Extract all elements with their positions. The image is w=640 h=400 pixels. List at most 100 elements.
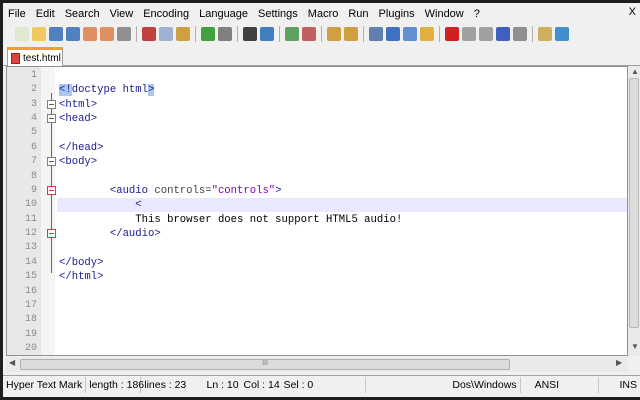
zoom-out-icon[interactable] — [302, 27, 316, 41]
menu-language[interactable]: Language — [194, 8, 253, 20]
indent-guide-icon[interactable] — [403, 27, 417, 41]
run-macro-multiple-icon[interactable] — [496, 27, 510, 41]
code-line[interactable]: <audio controls="controls"> — [59, 184, 282, 198]
code-token: controls= — [154, 184, 212, 197]
scroll-up-icon[interactable]: ▲ — [631, 67, 639, 76]
code-line[interactable]: <body> — [59, 155, 97, 169]
paste-icon[interactable] — [176, 27, 190, 41]
find-icon[interactable] — [243, 27, 257, 41]
status-column: Col : 14 — [243, 378, 280, 391]
close-all-icon[interactable] — [100, 27, 114, 41]
line-number: 18 — [24, 314, 37, 326]
code-token: <body> — [59, 156, 98, 169]
fold-toggle-icon[interactable] — [47, 99, 56, 109]
code-line[interactable]: </body> — [59, 256, 104, 270]
sync-horizontal-icon[interactable] — [344, 27, 358, 41]
code-line[interactable]: <html> — [59, 98, 97, 112]
code-line[interactable]: </audio> — [59, 227, 161, 241]
fold-toggle-icon[interactable] — [47, 185, 56, 195]
menu-search[interactable]: Search — [60, 8, 105, 20]
play-macro-icon[interactable] — [479, 27, 493, 41]
line-number: 20 — [24, 343, 37, 355]
stop-macro-icon[interactable] — [462, 27, 476, 41]
code-line[interactable]: <head> — [59, 112, 97, 126]
code-token: < — [135, 199, 142, 212]
open-file-icon[interactable] — [32, 27, 46, 41]
close-document-button[interactable]: X — [629, 6, 636, 18]
new-file-icon[interactable] — [15, 27, 29, 41]
horizontal-scrollbar[interactable]: ◀ III ▶ — [6, 357, 628, 372]
line-number: 3 — [30, 98, 37, 110]
code-line[interactable]: < — [59, 198, 142, 212]
fold-margin[interactable] — [41, 67, 55, 355]
code-line[interactable]: </head> — [59, 141, 104, 155]
save-macro-icon[interactable] — [513, 27, 527, 41]
horizontal-scroll-thumb[interactable]: III — [20, 359, 510, 370]
menu-file[interactable]: File — [3, 8, 31, 20]
fold-toggle-icon[interactable] — [47, 229, 56, 239]
menu-plugins[interactable]: Plugins — [374, 8, 420, 20]
doc-map-icon[interactable] — [420, 27, 434, 41]
vertical-scroll-thumb[interactable] — [629, 78, 639, 328]
scroll-right-icon[interactable]: ▶ — [616, 358, 622, 367]
status-line: Ln : 10 — [206, 378, 239, 391]
record-macro-icon[interactable] — [445, 27, 459, 41]
fold-toggle-icon[interactable] — [47, 157, 56, 167]
fold-toggle-icon[interactable] — [47, 114, 56, 124]
scroll-down-icon[interactable]: ▼ — [631, 342, 639, 351]
spell-check-icon[interactable] — [555, 27, 569, 41]
save-icon[interactable] — [49, 27, 63, 41]
folder-as-workspace-icon[interactable] — [538, 27, 552, 41]
zoom-in-icon[interactable] — [285, 27, 299, 41]
code-token: <audio — [109, 184, 155, 197]
line-number: 7 — [30, 156, 37, 168]
menu-edit[interactable]: Edit — [31, 8, 60, 20]
code-editor[interactable]: 1 2 <!doctype html> 3 <html> 4 <head> 5 6 </head>… — [6, 66, 628, 356]
menu-run[interactable]: Run — [343, 8, 373, 20]
close-icon[interactable] — [83, 27, 97, 41]
code-token: </head> — [59, 141, 104, 154]
line-number: 16 — [24, 285, 37, 297]
redo-icon[interactable] — [218, 27, 232, 41]
line-number: 13 — [24, 242, 37, 254]
code-line[interactable]: </html> — [59, 270, 104, 284]
save-all-icon[interactable] — [66, 27, 80, 41]
notepad-plus-plus-window: File Edit Search View Encoding Language Settin… — [3, 3, 640, 397]
print-icon[interactable] — [117, 27, 131, 41]
menu-view[interactable]: View — [105, 8, 139, 20]
cut-icon[interactable] — [142, 27, 156, 41]
toolbar — [15, 24, 569, 44]
status-eol: Dos\Windows — [366, 376, 521, 393]
menu-macro[interactable]: Macro — [303, 8, 344, 20]
code-token: <html> — [59, 98, 98, 111]
vertical-scrollbar[interactable]: ▲ ▼ — [628, 66, 640, 356]
tab-test-html[interactable]: test.html — [7, 47, 63, 67]
show-all-chars-icon[interactable] — [386, 27, 400, 41]
current-line-highlight — [57, 198, 627, 213]
menu-help[interactable]: ? — [469, 8, 485, 20]
code-token: "controls" — [211, 184, 276, 197]
line-number-margin — [7, 67, 41, 355]
replace-icon[interactable] — [260, 27, 274, 41]
line-number: 15 — [24, 271, 37, 283]
toolbar-separator — [237, 26, 238, 42]
code-token: </audio> — [109, 228, 161, 241]
code-line[interactable]: <!doctype html> — [59, 83, 155, 97]
code-line[interactable]: This browser does not support HTML5 audi… — [59, 213, 402, 227]
undo-icon[interactable] — [201, 27, 215, 41]
menu-settings[interactable]: Settings — [253, 8, 303, 20]
code-token: <! — [59, 84, 72, 97]
copy-icon[interactable] — [159, 27, 173, 41]
toolbar-separator — [279, 26, 280, 42]
scroll-left-icon[interactable]: ◀ — [9, 358, 15, 367]
menu-window[interactable]: Window — [420, 8, 469, 20]
line-number: 5 — [30, 127, 37, 139]
status-encoding: ANSI — [521, 376, 600, 393]
menu-encoding[interactable]: Encoding — [138, 8, 194, 20]
sync-vertical-icon[interactable] — [327, 27, 341, 41]
code-token: doctype html — [71, 84, 149, 97]
word-wrap-icon[interactable] — [369, 27, 383, 41]
